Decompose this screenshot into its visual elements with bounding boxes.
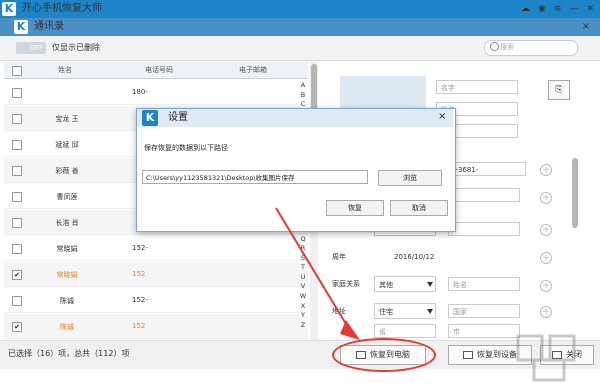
row-checkbox[interactable] [12,244,22,254]
restore-button[interactable]: 恢复 [326,200,384,216]
first-name-field[interactable]: 名字 [436,80,518,94]
contact-name: 宝龙 王 [55,115,79,123]
contact-name: 彩薇 善 [55,167,79,175]
contact-phone: 180- [132,88,148,96]
app-logo: K [2,2,16,16]
alphabet-letter[interactable]: R [298,244,308,254]
country-field[interactable]: 国家 [448,304,520,318]
contact-phone: 152- [132,296,148,304]
search-placeholder: 搜索 [500,43,514,51]
save-path-label: 保存恢复的数据到以下路径 [144,144,228,152]
contact-name: 常晓娟 [56,245,78,253]
contact-name: 陈诚 [60,297,74,305]
alphabet-letter[interactable]: T [298,263,308,273]
save-path-input[interactable]: C:\Users\yy1123581321\Desktop\收集图片保存 [142,170,368,184]
alphabet-letter[interactable]: X [298,302,308,312]
add-date-icon[interactable]: + [540,252,552,264]
show-deleted-label: 仅显示已删除 [52,43,100,52]
select-all-checkbox[interactable] [12,66,22,76]
address-type-select[interactable]: 住宅 [374,303,436,319]
relation-value: 其他 [379,281,393,289]
contact-name: 常晓娟 [56,271,78,279]
address-label: 地址 [332,307,346,315]
address-type-value: 住宅 [379,308,393,316]
relation-label: 家庭关系 [332,280,360,288]
menu-icon[interactable]: ≡ [554,2,562,16]
alphabet-letter[interactable]: S [298,254,308,264]
alphabet-letter[interactable]: Z [298,321,308,331]
column-email[interactable]: 电子邮箱 [208,62,298,78]
cancel-button[interactable]: 取消 [390,200,448,216]
alphabet-letter[interactable]: A [298,81,308,91]
anniversary-label: 周年 [332,253,346,261]
selection-status: 已选择（16）项，总共（112）项 [8,349,130,358]
row-checkbox[interactable] [12,166,22,176]
row-checkbox[interactable]: ✔ [12,322,22,332]
add-address-icon[interactable]: + [540,306,552,318]
alphabet-letter[interactable]: Q [298,235,308,245]
url-field[interactable] [448,222,520,236]
column-name[interactable]: 姓名 [30,62,100,78]
titlebar-icons: ☁ ◉ ≡ — ✕ [521,2,594,16]
alphabet-letter[interactable]: Y [298,311,308,321]
window-title: 通讯录 [34,21,64,32]
alphabet-letter[interactable]: U [298,273,308,283]
contact-name: 曹凤莲 [56,193,78,201]
dialog-logo: K [142,110,158,126]
chevron-down-icon [427,282,433,287]
add-relation-icon[interactable]: + [540,280,552,292]
contact-name: 陈诚 [60,323,74,331]
row-checkbox[interactable] [12,218,22,228]
window-logo: K [14,20,28,34]
row-checkbox[interactable]: ✔ [12,270,22,280]
detail-scrollbar[interactable] [572,158,578,228]
minimize-icon[interactable]: — [569,2,578,16]
row-checkbox[interactable] [12,140,22,150]
contact-name: 斌斌 邱 [55,141,79,149]
relation-select[interactable]: 其他 [374,276,436,292]
app-title: 开心手机恢复大师 [22,3,102,14]
dialog-close-button[interactable]: × [438,110,446,124]
export-icon[interactable]: ⎘ [548,80,570,100]
column-phone[interactable]: 电话号码 [110,62,208,78]
highlight-ring [332,338,436,372]
watermark-logo [516,334,576,382]
window-close-button[interactable]: × [582,20,590,34]
wechat-icon[interactable]: ☁ [521,2,530,16]
contact-name: 长浩 肖 [55,219,79,227]
add-phone-icon[interactable]: + [540,164,552,176]
province-field[interactable]: 省 [374,324,436,338]
chevron-down-icon [427,309,433,314]
table-row[interactable] [4,80,308,105]
close-icon[interactable]: ✕ [586,2,594,16]
search-icon [490,42,499,51]
row-checkbox[interactable] [12,88,22,98]
contact-phone: 152 [132,322,146,330]
dialog-title: 设置 [168,112,188,123]
alphabet-letter[interactable]: B [298,91,308,101]
contact-phone: 152- [132,244,148,252]
email-field[interactable] [448,188,520,202]
add-email-icon[interactable]: + [540,192,552,204]
alphabet-letter[interactable]: V [298,282,308,292]
window-header [0,18,600,36]
browse-button[interactable]: 浏览 [378,170,442,186]
row-checkbox[interactable] [12,114,22,124]
show-deleted-toggle[interactable]: OFF [16,42,46,54]
relation-name-field[interactable]: 姓名 [448,277,520,291]
add-url-icon[interactable]: + [540,224,552,236]
contact-phone: 152 [132,270,146,278]
chat-icon[interactable]: ◉ [538,2,546,16]
row-checkbox[interactable] [12,192,22,202]
row-checkbox[interactable] [12,296,22,306]
anniversary-value[interactable]: 2016/10/12 [394,250,434,264]
device-icon [463,350,473,359]
alphabet-letter[interactable]: W [298,292,308,302]
phone-field[interactable]: 0-3681- [446,162,526,176]
